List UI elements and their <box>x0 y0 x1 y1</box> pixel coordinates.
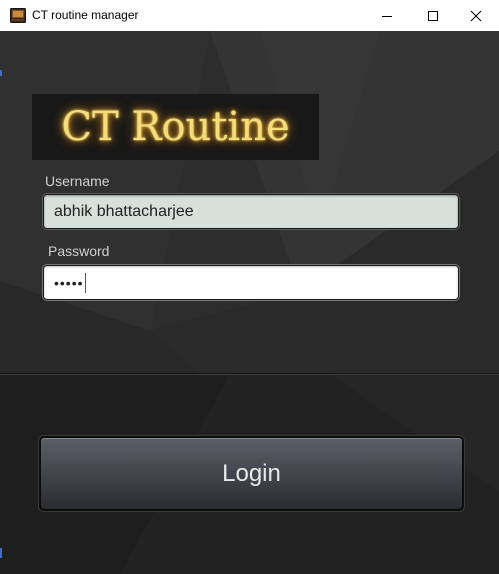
close-icon <box>470 10 482 21</box>
title-bar[interactable]: CT routine manager <box>0 0 499 32</box>
app-icon <box>10 8 26 23</box>
section-divider <box>0 373 499 374</box>
window-edge-mark <box>0 70 2 76</box>
username-field[interactable]: abhik bhattacharjee <box>43 194 459 229</box>
text-caret <box>84 272 86 293</box>
maximize-button[interactable] <box>410 0 456 31</box>
logo-text: CT Routine <box>61 104 290 150</box>
ct-routine-logo: CT Routine <box>32 94 319 160</box>
password-field[interactable]: ••••• <box>43 265 459 300</box>
login-button-label: Login <box>222 459 281 487</box>
app-window: CT routine manager CT Routine Username a… <box>0 0 499 574</box>
maximize-icon <box>428 10 438 21</box>
window-title: CT routine manager <box>32 8 139 22</box>
login-panel: CT Routine Username abhik bhattacharjee … <box>0 31 499 574</box>
username-label: Username <box>45 173 110 189</box>
minimize-button[interactable] <box>364 0 410 31</box>
username-value: abhik bhattacharjee <box>54 202 194 220</box>
minimize-icon <box>382 15 392 17</box>
window-edge-mark <box>0 548 2 558</box>
login-button[interactable]: Login <box>39 436 464 511</box>
password-value: ••••• <box>54 274 84 291</box>
close-button[interactable] <box>453 0 499 31</box>
password-label: Password <box>48 243 110 259</box>
